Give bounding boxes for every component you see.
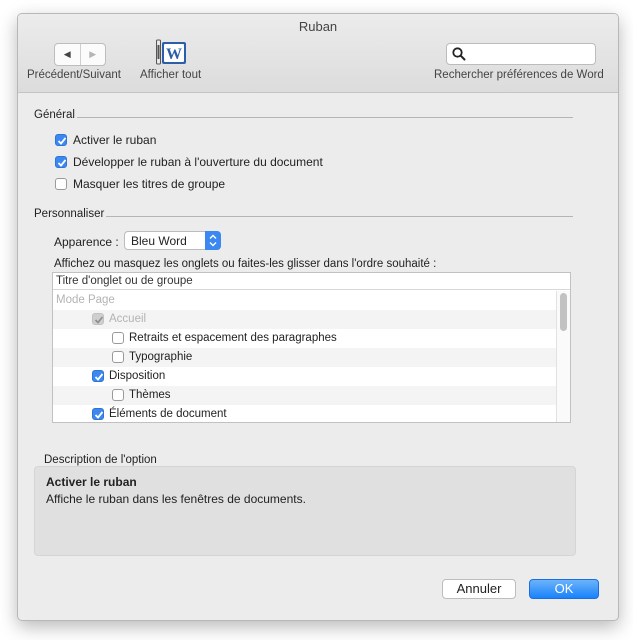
window-title: Ruban xyxy=(298,19,338,34)
list-item-label: Mode Page xyxy=(56,294,115,306)
back-button[interactable]: ◀ xyxy=(55,44,80,65)
list-item-label: Disposition xyxy=(109,370,166,382)
accueil-checkbox[interactable] xyxy=(92,313,104,325)
typographie-checkbox[interactable] xyxy=(112,351,124,363)
show-all-label: Afficher tout xyxy=(140,69,202,81)
list-item-accueil[interactable]: Accueil xyxy=(53,310,556,329)
toolbar: Ruban ◀ ▶ Précédent/Suivant W Afficher t… xyxy=(18,14,618,93)
word-app-icon: W xyxy=(156,39,186,65)
hide-group-titles-label: Masquer les titres de groupe xyxy=(73,177,226,191)
list-item-label: Éléments de document xyxy=(109,408,227,420)
search-icon xyxy=(452,47,466,61)
nav-label: Précédent/Suivant xyxy=(27,69,121,81)
list-scrollbar[interactable] xyxy=(556,291,570,422)
activate-ribbon-checkbox[interactable] xyxy=(55,134,67,146)
disposition-checkbox[interactable] xyxy=(92,370,104,382)
checkmark-icon xyxy=(94,411,104,419)
general-divider xyxy=(77,117,573,118)
list-item-mode-page[interactable]: Mode Page xyxy=(53,291,556,310)
list-item-elements-document[interactable]: Éléments de document xyxy=(53,405,556,422)
description-heading: Activer le ruban xyxy=(46,475,137,489)
search-input[interactable] xyxy=(469,45,593,63)
customize-section-title: Personnaliser xyxy=(34,208,105,220)
search-field[interactable] xyxy=(446,43,596,65)
show-all-button[interactable]: W xyxy=(156,39,188,66)
svg-text:W: W xyxy=(166,46,182,63)
appearance-popup[interactable]: Bleu Word xyxy=(124,231,221,250)
list-item-typographie[interactable]: Typographie xyxy=(53,348,556,367)
popup-arrows-icon xyxy=(205,231,221,250)
chevron-left-icon: ◀ xyxy=(63,49,71,59)
appearance-label: Apparence : xyxy=(54,235,119,249)
general-section-title: Général xyxy=(34,109,75,121)
retraits-checkbox[interactable] xyxy=(112,332,124,344)
list-item-label: Accueil xyxy=(109,313,147,325)
search-label: Rechercher préférences de Word xyxy=(434,69,604,81)
customize-divider xyxy=(106,216,573,217)
description-text: Affiche le ruban dans les fenêtres de do… xyxy=(46,492,306,506)
checkmark-icon xyxy=(57,159,67,167)
activate-ribbon-label: Activer le ruban xyxy=(73,133,157,147)
chevron-right-icon: ▶ xyxy=(89,49,97,59)
expand-ribbon-label: Développer le ruban à l'ouverture du doc… xyxy=(73,155,323,169)
scrollbar-thumb[interactable] xyxy=(560,293,567,331)
hide-group-titles-checkbox[interactable] xyxy=(55,178,67,190)
checkmark-icon xyxy=(94,373,104,381)
list-column-header[interactable]: Titre d'onglet ou de groupe xyxy=(53,273,570,290)
appearance-value: Bleu Word xyxy=(131,234,187,248)
cancel-button[interactable]: Annuler xyxy=(442,579,516,599)
tabs-instruction: Affichez ou masquez les onglets ou faite… xyxy=(54,258,437,270)
description-section-title: Description de l'option xyxy=(44,454,157,466)
forward-button[interactable]: ▶ xyxy=(79,44,106,65)
list-item-themes[interactable]: Thèmes xyxy=(53,386,556,405)
nav-segmented-control: ◀ ▶ xyxy=(54,43,106,66)
checkmark-icon xyxy=(57,137,67,145)
description-panel: Activer le ruban Affiche le ruban dans l… xyxy=(34,466,576,556)
list-item-retraits[interactable]: Retraits et espacement des paragraphes xyxy=(53,329,556,348)
ok-button[interactable]: OK xyxy=(529,579,599,599)
preferences-window: Ruban ◀ ▶ Précédent/Suivant W Afficher t… xyxy=(17,13,619,621)
list-item-label: Thèmes xyxy=(129,389,171,401)
list-item-label: Retraits et espacement des paragraphes xyxy=(129,332,337,344)
checkmark-icon xyxy=(94,316,104,324)
ribbon-tabs-list[interactable]: Titre d'onglet ou de groupe Mode Page Ac… xyxy=(52,272,571,423)
elements-document-checkbox[interactable] xyxy=(92,408,104,420)
themes-checkbox[interactable] xyxy=(112,389,124,401)
list-item-label: Typographie xyxy=(129,351,193,363)
expand-ribbon-checkbox[interactable] xyxy=(55,156,67,168)
list-item-disposition[interactable]: Disposition xyxy=(53,367,556,386)
